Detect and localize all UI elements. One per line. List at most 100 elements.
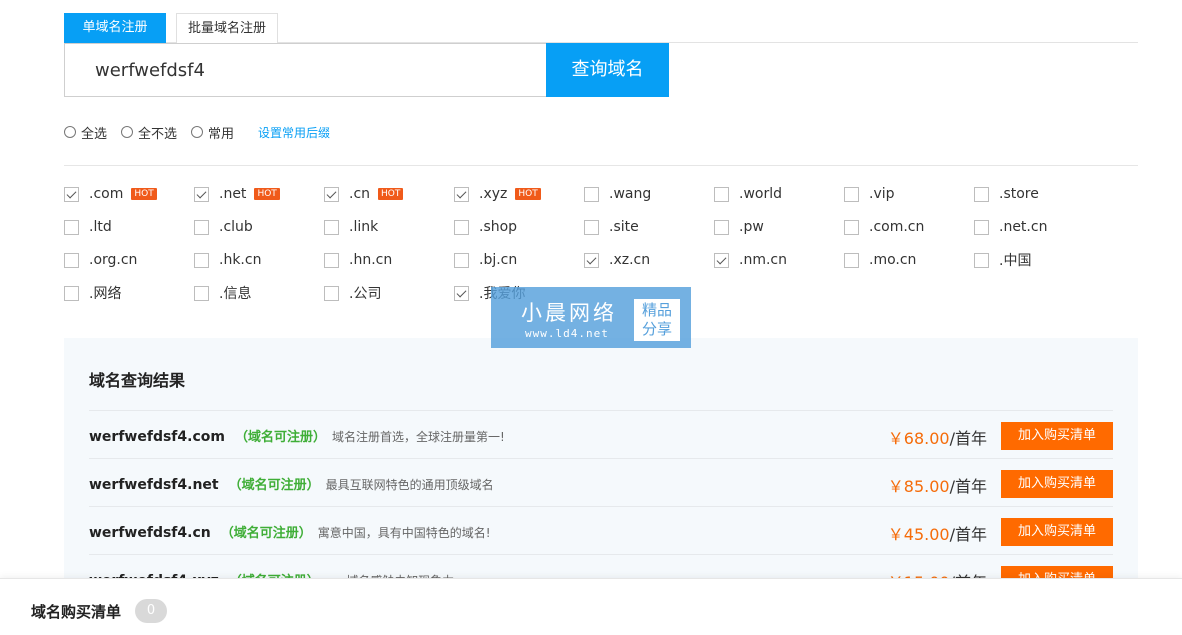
checkbox-icon[interactable]	[64, 252, 79, 268]
domain-description: 域名注册首选，全球注册量第一!	[331, 430, 505, 444]
hot-badge: HOT	[254, 188, 280, 200]
suffix-label: .ltd	[89, 219, 112, 235]
suffix-label: .信息	[219, 286, 252, 302]
suffix-label: .vip	[869, 186, 895, 202]
checkbox-icon[interactable]	[454, 252, 469, 268]
suffix-option[interactable]: .xz.cn	[584, 249, 650, 271]
checkbox-icon[interactable]	[454, 285, 469, 301]
suffix-option[interactable]: .net.cn	[974, 216, 1047, 238]
checkbox-icon[interactable]	[844, 186, 859, 202]
hot-badge: HOT	[378, 188, 404, 200]
suffix-option[interactable]: .world	[714, 183, 782, 205]
watermark-badge-line2: 分享	[641, 320, 672, 338]
price-unit: /首年	[949, 525, 987, 544]
price-value: ￥45.00	[887, 525, 950, 544]
suffix-option[interactable]: .xyz HOT	[454, 183, 541, 205]
suffix-label: .mo.cn	[869, 252, 917, 268]
select-common-radio[interactable]: 常用	[191, 123, 234, 142]
select-all-radio[interactable]: 全选	[64, 123, 107, 142]
checkbox-icon[interactable]	[714, 219, 729, 235]
domain-text: werfwefdsf4.com	[89, 429, 225, 445]
suffix-option[interactable]: .com HOT	[64, 183, 157, 205]
suffix-option[interactable]: .link	[324, 216, 378, 238]
radio-circle-icon	[64, 126, 76, 138]
radio-label: 全选	[81, 126, 108, 142]
suffix-option[interactable]: .nm.cn	[714, 249, 787, 271]
cart-count-badge: 0	[135, 599, 167, 623]
checkbox-icon[interactable]	[64, 186, 79, 202]
checkbox-icon[interactable]	[64, 285, 79, 301]
domain-text: werfwefdsf4.cn	[89, 525, 211, 541]
suffix-option[interactable]: .hk.cn	[194, 249, 261, 271]
select-none-radio[interactable]: 全不选	[121, 123, 177, 142]
suffix-option[interactable]: .mo.cn	[844, 249, 916, 271]
suffix-label: .xz.cn	[609, 252, 651, 268]
result-row: werfwefdsf4.cn （域名可注册） 寓意中国，具有中国特色的域名! ￥45.…	[89, 506, 1113, 554]
tab-single-domain[interactable]: 单域名注册	[64, 13, 166, 43]
checkbox-icon[interactable]	[324, 285, 339, 301]
checkbox-icon[interactable]	[194, 285, 209, 301]
checkbox-icon[interactable]	[584, 219, 599, 235]
watermark-url: www.ld4.net	[525, 327, 609, 340]
suffix-option[interactable]: .wang	[584, 183, 651, 205]
checkbox-icon[interactable]	[194, 252, 209, 268]
suffix-option[interactable]: .pw	[714, 216, 764, 238]
suffix-option[interactable]: .org.cn	[64, 249, 137, 271]
checkbox-icon[interactable]	[584, 186, 599, 202]
checkbox-icon[interactable]	[584, 252, 599, 268]
cart-title[interactable]: 域名购买清单	[31, 601, 121, 622]
suffix-option[interactable]: .cn HOT	[324, 183, 404, 205]
price: ￥45.00/首年	[888, 521, 987, 545]
checkbox-icon[interactable]	[324, 219, 339, 235]
checkbox-icon[interactable]	[844, 219, 859, 235]
suffix-option[interactable]: .shop	[454, 216, 517, 238]
suffix-label: .net	[219, 186, 247, 202]
suffix-option[interactable]: .vip	[844, 183, 895, 205]
suffix-label: .wang	[609, 186, 652, 202]
watermark-badge-line1: 精品	[641, 301, 672, 319]
checkbox-icon[interactable]	[194, 186, 209, 202]
checkbox-icon[interactable]	[64, 219, 79, 235]
checkbox-icon[interactable]	[454, 186, 469, 202]
search-domain-button[interactable]: 查询域名	[546, 43, 669, 97]
suffix-option[interactable]: .网络	[64, 282, 121, 304]
suffix-option[interactable]: .公司	[324, 282, 381, 304]
add-to-cart-button[interactable]: 加入购买清单	[1001, 518, 1113, 546]
set-common-suffix-link[interactable]: 设置常用后缀	[258, 124, 330, 141]
checkbox-icon[interactable]	[974, 186, 989, 202]
suffix-option[interactable]: .net HOT	[194, 183, 280, 205]
suffix-option[interactable]: .bj.cn	[454, 249, 517, 271]
checkbox-icon[interactable]	[974, 219, 989, 235]
suffix-label: .site	[609, 219, 639, 235]
suffix-option[interactable]: .hn.cn	[324, 249, 392, 271]
suffix-option[interactable]: .ltd	[64, 216, 112, 238]
checkbox-icon[interactable]	[324, 252, 339, 268]
result-row: werfwefdsf4.net （域名可注册） 最具互联网特色的通用顶级域名 ￥85.…	[89, 458, 1113, 506]
checkbox-icon[interactable]	[194, 219, 209, 235]
suffix-option[interactable]: .site	[584, 216, 639, 238]
domain-search-input[interactable]	[65, 44, 546, 96]
checkbox-icon[interactable]	[844, 252, 859, 268]
suffix-label: .hn.cn	[349, 252, 393, 268]
suffix-option[interactable]: .com.cn	[844, 216, 924, 238]
add-to-cart-button[interactable]: 加入购买清单	[1001, 470, 1113, 498]
add-to-cart-button[interactable]: 加入购买清单	[1001, 422, 1113, 450]
checkbox-icon[interactable]	[714, 186, 729, 202]
checkbox-icon[interactable]	[454, 219, 469, 235]
suffix-label: .cn	[349, 186, 371, 202]
watermark: 小晨网络 www.ld4.net 精品 分享	[491, 287, 691, 348]
divider	[64, 165, 1138, 166]
suffix-option[interactable]: .club	[194, 216, 253, 238]
checkbox-icon[interactable]	[324, 186, 339, 202]
suffix-label: .公司	[349, 286, 382, 302]
checkbox-icon[interactable]	[974, 252, 989, 268]
checkbox-icon[interactable]	[714, 252, 729, 268]
suffix-option[interactable]: .store	[974, 183, 1039, 205]
suffix-label: .xyz	[479, 186, 508, 202]
price-value: ￥85.00	[887, 477, 950, 496]
suffix-option[interactable]: .信息	[194, 282, 251, 304]
suffix-label: .club	[219, 219, 253, 235]
tab-batch-domain[interactable]: 批量域名注册	[176, 13, 278, 43]
suffix-label: .link	[349, 219, 379, 235]
suffix-option[interactable]: .中国	[974, 249, 1031, 271]
